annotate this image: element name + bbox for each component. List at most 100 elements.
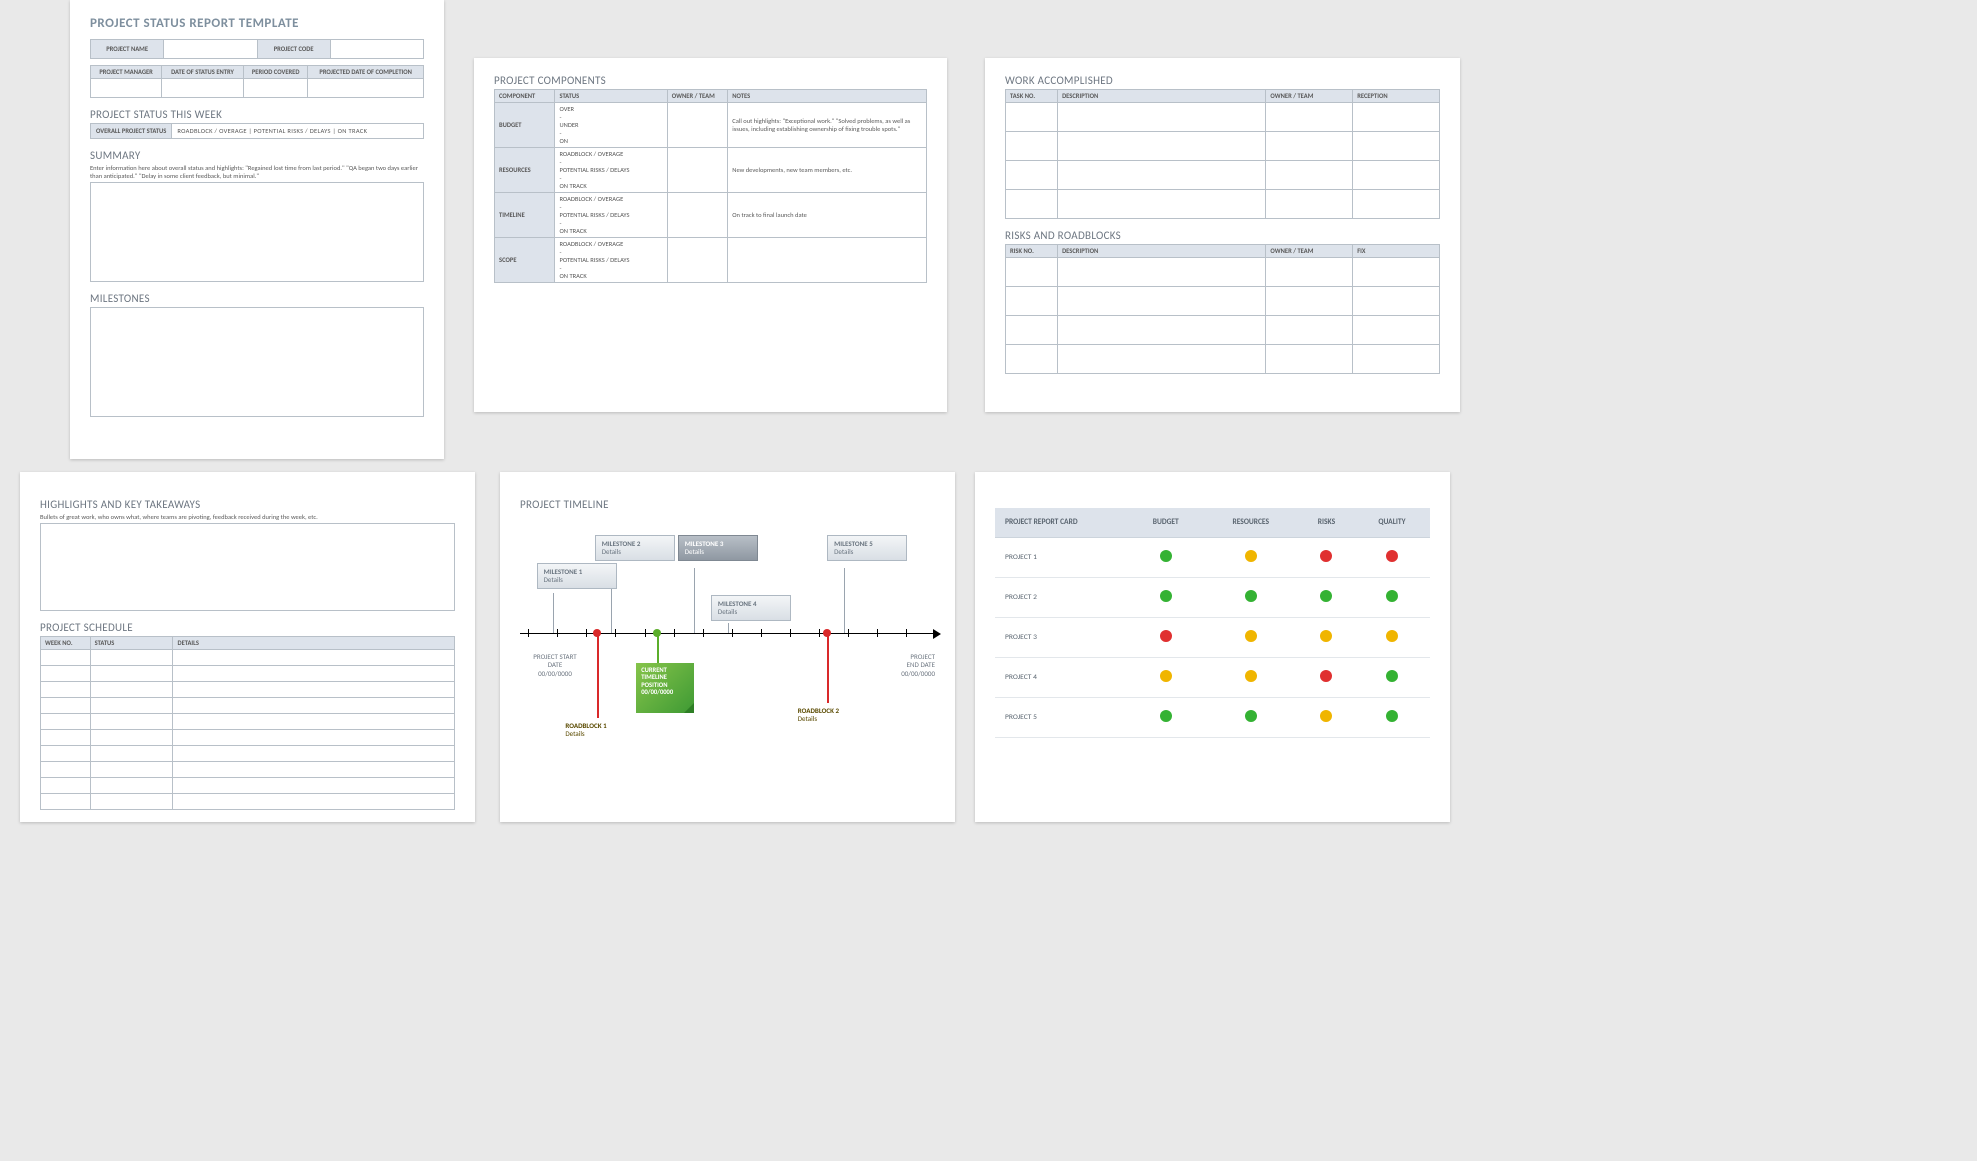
note-budget[interactable]: Call out highlights: "Exceptional work."…	[728, 103, 927, 148]
milestones-textarea[interactable]	[90, 307, 424, 417]
status-dot-icon	[1160, 670, 1172, 682]
owner-resources[interactable]	[667, 148, 727, 193]
row-scope: SCOPE	[495, 238, 555, 283]
section-milestones: MILESTONES	[90, 292, 424, 305]
row-timeline: TIMELINE	[495, 193, 555, 238]
status-dot-icon	[1245, 550, 1257, 562]
sheet-status-report: PROJECT STATUS REPORT TEMPLATE PROJECT N…	[70, 0, 444, 459]
roadblock-1: ROADBLOCK 1Details	[557, 718, 637, 778]
page-title: PROJECT STATUS REPORT TEMPLATE	[90, 16, 424, 31]
note-resources[interactable]: New developments, new team members, etc.	[728, 148, 927, 193]
table-row[interactable]	[1006, 132, 1440, 161]
status-cell	[1203, 658, 1299, 698]
table-row: PROJECT 2	[995, 578, 1430, 618]
milestone-3: MILESTONE 3Details	[678, 535, 758, 561]
section-highlights: HIGHLIGHTS AND KEY TAKEAWAYS	[40, 498, 455, 511]
report-card-table: PROJECT REPORT CARD BUDGET RESOURCES RIS…	[995, 508, 1430, 738]
current-position-note: CURRENTTIMELINEPOSITION00/00/0000	[636, 663, 694, 713]
table-row[interactable]	[41, 762, 455, 778]
risks-table: RISK NO.DESCRIPTIONOWNER / TEAMFIX	[1005, 244, 1440, 374]
table-row[interactable]	[1006, 161, 1440, 190]
roadblock-1-line	[597, 633, 599, 718]
highlights-textarea[interactable]	[40, 523, 455, 611]
input-pm[interactable]	[91, 79, 162, 98]
status-dot-icon	[1320, 670, 1332, 682]
status-dot-icon	[1320, 710, 1332, 722]
project-meta-table: PROJECT MANAGER DATE OF STATUS ENTRY PER…	[90, 65, 424, 98]
sheet-highlights-schedule: HIGHLIGHTS AND KEY TAKEAWAYS Bullets of …	[20, 472, 475, 822]
input-date-entry[interactable]	[162, 79, 244, 98]
table-row[interactable]	[1006, 103, 1440, 132]
status-dot-icon	[1386, 630, 1398, 642]
status-cell	[1299, 578, 1354, 618]
status-budget[interactable]: OVER - UNDER - ON	[555, 103, 667, 148]
status-cell	[1354, 658, 1430, 698]
th-riskno: RISK NO.	[1006, 245, 1058, 258]
note-scope[interactable]	[728, 238, 927, 283]
project-name: PROJECT 4	[995, 658, 1129, 698]
section-timeline: PROJECT TIMELINE	[520, 498, 935, 511]
label-pm: PROJECT MANAGER	[91, 66, 162, 79]
th-rdesc: DESCRIPTION	[1058, 245, 1266, 258]
owner-timeline[interactable]	[667, 193, 727, 238]
table-row[interactable]	[41, 746, 455, 762]
section-status-week: PROJECT STATUS THIS WEEK	[90, 108, 424, 121]
table-row[interactable]	[1006, 316, 1440, 345]
timeline-axis	[520, 633, 935, 634]
table-row[interactable]	[41, 730, 455, 746]
owner-budget[interactable]	[667, 103, 727, 148]
table-row[interactable]	[41, 682, 455, 698]
status-dot-icon	[1386, 670, 1398, 682]
status-dot-icon	[1320, 550, 1332, 562]
input-project-name[interactable]	[164, 40, 257, 59]
status-cell	[1354, 618, 1430, 658]
status-dot-icon	[1386, 710, 1398, 722]
table-row[interactable]	[41, 794, 455, 810]
status-cell	[1129, 658, 1203, 698]
note-timeline[interactable]: On track to final launch date	[728, 193, 927, 238]
table-row[interactable]	[41, 778, 455, 794]
table-row[interactable]	[1006, 345, 1440, 374]
row-resources: RESOURCES	[495, 148, 555, 193]
th-rowner: OWNER / TEAM	[1266, 245, 1353, 258]
section-risks: RISKS AND ROADBLOCKS	[1005, 229, 1440, 242]
owner-scope[interactable]	[667, 238, 727, 283]
th-quality: QUALITY	[1354, 508, 1430, 538]
table-row[interactable]	[1006, 258, 1440, 287]
status-dot-icon	[1386, 590, 1398, 602]
table-row: PROJECT 3	[995, 618, 1430, 658]
table-row[interactable]	[41, 698, 455, 714]
table-row[interactable]	[41, 650, 455, 666]
table-row[interactable]	[41, 666, 455, 682]
summary-hint: Enter information here about overall sta…	[90, 164, 424, 180]
status-dot-icon	[1320, 590, 1332, 602]
project-name: PROJECT 5	[995, 698, 1129, 738]
input-completion[interactable]	[308, 79, 424, 98]
section-components: PROJECT COMPONENTS	[494, 74, 927, 87]
milestone-4: MILESTONE 4Details	[711, 595, 791, 621]
table-row[interactable]	[41, 714, 455, 730]
input-project-code[interactable]	[330, 40, 423, 59]
status-resources[interactable]: ROADBLOCK / OVERAGE - POTENTIAL RISKS / …	[555, 148, 667, 193]
dot-icon	[593, 629, 601, 637]
status-dot-icon	[1160, 710, 1172, 722]
row-budget: BUDGET	[495, 103, 555, 148]
project-name: PROJECT 2	[995, 578, 1129, 618]
table-row: PROJECT 5	[995, 698, 1430, 738]
status-timeline[interactable]: ROADBLOCK / OVERAGE - POTENTIAL RISKS / …	[555, 193, 667, 238]
section-summary: SUMMARY	[90, 149, 424, 162]
status-scope[interactable]: ROADBLOCK / OVERAGE - POTENTIAL RISKS / …	[555, 238, 667, 283]
status-cell	[1354, 578, 1430, 618]
status-dot-icon	[1160, 630, 1172, 642]
input-period[interactable]	[243, 79, 307, 98]
project-id-table: PROJECT NAME PROJECT CODE	[90, 39, 424, 59]
table-row[interactable]	[1006, 287, 1440, 316]
overall-status-options[interactable]: ROADBLOCK / OVERAGE | POTENTIAL RISKS / …	[172, 124, 372, 138]
status-dot-icon	[1320, 630, 1332, 642]
start-date-label: PROJECT STARTDATE00/00/0000	[520, 653, 590, 678]
status-cell	[1354, 538, 1430, 578]
th-risks: RISKS	[1299, 508, 1354, 538]
summary-textarea[interactable]	[90, 182, 424, 282]
overall-status-bar: OVERALL PROJECT STATUS ROADBLOCK / OVERA…	[90, 123, 424, 139]
table-row[interactable]	[1006, 190, 1440, 219]
